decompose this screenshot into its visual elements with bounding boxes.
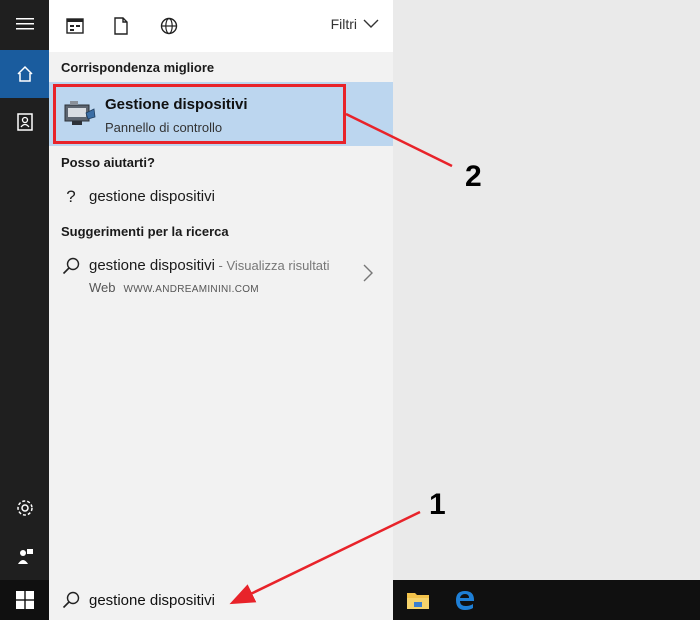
best-match-result[interactable]: Gestione dispositivi Pannello di control… [49,82,393,146]
taskbar-search-box[interactable] [49,580,393,620]
best-match-heading: Corrispondenza migliore [61,60,215,75]
suggestion-text: gestione dispositivi [89,257,215,274]
file-explorer-button[interactable] [404,586,432,614]
apps-filter-button[interactable] [63,14,87,38]
globe-icon [160,17,178,35]
search-input[interactable] [89,589,379,611]
chevron-right-icon[interactable] [363,264,373,282]
help-item[interactable]: gestione dispositivi [89,188,215,205]
suggestion-item[interactable]: gestione dispositivi - Visualizza risult… [89,257,330,274]
best-match-title: Gestione dispositivi [105,96,248,113]
left-rail [0,0,49,580]
home-icon [16,65,33,82]
feedback-icon [17,549,33,564]
best-match-subtitle: Pannello di controllo [105,120,223,135]
annotation-number-1: 1 [429,488,446,521]
suggestions-heading: Suggerimenti per la ricerca [61,224,229,239]
web-filter-button[interactable] [157,14,181,38]
hamburger-menu-button[interactable] [0,0,49,48]
watermark-text: WWW.ANDREAMININI.COM [123,284,259,295]
document-icon [114,17,128,35]
suggestion-source-label: Web [89,280,116,295]
documents-filter-button[interactable] [109,14,133,38]
notebook-button[interactable] [0,98,49,146]
folder-icon [407,593,429,609]
device-manager-icon [64,101,96,125]
edge-icon [456,591,474,610]
search-icon [62,591,80,609]
start-button[interactable] [0,580,49,620]
apps-icon [66,18,84,34]
filters-dropdown[interactable]: Filtri [331,16,379,32]
edge-browser-button[interactable] [451,586,479,614]
feedback-button[interactable] [0,532,49,580]
hamburger-icon [15,18,34,30]
gear-icon [16,500,33,516]
home-button[interactable] [0,50,49,98]
annotation-highlight-box [53,84,346,144]
settings-button[interactable] [0,484,49,532]
filters-label: Filtri [330,16,357,32]
filter-toolbar: Filtri [49,0,393,52]
windows-logo-icon [15,591,34,609]
annotation-number-2: 2 [465,160,482,193]
taskbar [0,580,700,620]
search-icon [61,256,81,276]
help-heading: Posso aiutarti? [61,155,155,170]
question-icon: ? [66,187,76,206]
search-results-panel: Filtri Corrispondenza migliore Gestione … [49,0,393,580]
suggestion-hint: - Visualizza risultati [214,258,330,273]
notebook-icon [16,113,33,131]
suggestion-source: Web WWW.ANDREAMININI.COM [89,280,259,295]
chevron-down-icon [363,19,379,28]
